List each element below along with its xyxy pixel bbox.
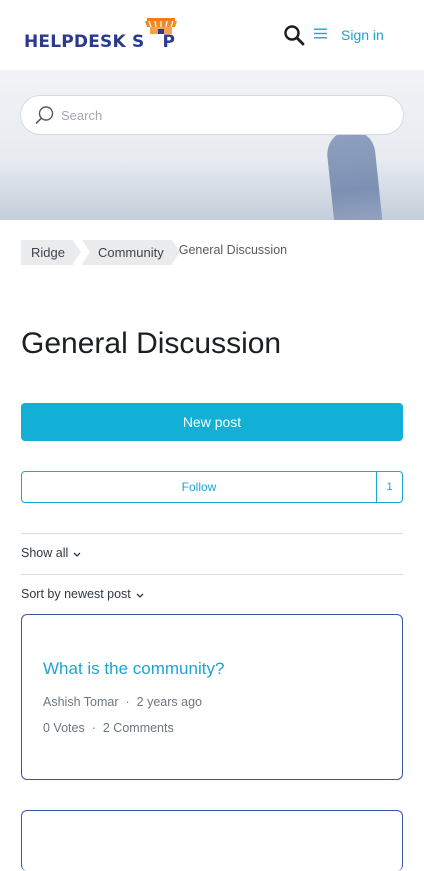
- follower-count: 1: [376, 472, 402, 502]
- chevron-down-icon: [73, 552, 81, 557]
- search-bar[interactable]: [20, 95, 404, 135]
- post-card[interactable]: What is the community? Ashish Tomar · 2 ye…: [21, 614, 403, 780]
- hero-banner: [0, 70, 424, 220]
- separator: ·: [125, 695, 130, 709]
- post-stats: 0 Votes · 2 Comments: [43, 720, 174, 736]
- search-icon[interactable]: [283, 24, 305, 46]
- chevron-down-icon: [136, 593, 144, 598]
- post-time: 2 years ago: [136, 695, 202, 709]
- helpdesk-shop-logo[interactable]: HELPDESK S P: [24, 16, 178, 52]
- shop-awning-icon: [145, 18, 178, 34]
- logo-text: HELPDESK S P: [24, 18, 178, 52]
- follow-control: Follow 1: [21, 471, 403, 503]
- post-votes: 0 Votes: [43, 721, 85, 735]
- logo-shop-icon: [144, 18, 178, 52]
- show-all-dropdown[interactable]: Show all: [21, 545, 81, 561]
- separator: ·: [91, 721, 96, 735]
- hero-figure: [324, 127, 384, 220]
- search-input[interactable]: [61, 105, 381, 125]
- logo-text-right: P: [162, 32, 176, 52]
- site-header: HELPDESK S P Sign in: [0, 0, 424, 70]
- page-title: General Discussion: [21, 327, 282, 360]
- divider: [21, 533, 403, 534]
- post-author: Ashish Tomar: [43, 695, 119, 709]
- show-all-label: Show all: [21, 546, 69, 560]
- sort-dropdown[interactable]: Sort by newest post: [21, 586, 144, 602]
- post-comments: 2 Comments: [102, 721, 174, 735]
- logo-text-left: HELPDESK S: [24, 32, 145, 52]
- search-icon: [35, 106, 54, 124]
- post-meta: Ashish Tomar · 2 years ago: [43, 694, 202, 710]
- follow-button[interactable]: Follow: [22, 472, 376, 502]
- sign-in-link[interactable]: Sign in: [341, 26, 384, 44]
- breadcrumb-current: General Discussion: [178, 243, 288, 257]
- menu-icon[interactable]: [314, 28, 327, 39]
- divider: [21, 574, 403, 575]
- new-post-button[interactable]: New post: [21, 403, 403, 441]
- post-title[interactable]: What is the community?: [43, 658, 224, 680]
- breadcrumb-item-ridge[interactable]: Ridge: [21, 240, 81, 265]
- sort-label: Sort by newest post: [21, 587, 131, 601]
- breadcrumb: Ridge Community General Discussion: [21, 240, 287, 265]
- breadcrumb-item-community[interactable]: Community: [81, 240, 180, 265]
- post-card[interactable]: [21, 810, 403, 871]
